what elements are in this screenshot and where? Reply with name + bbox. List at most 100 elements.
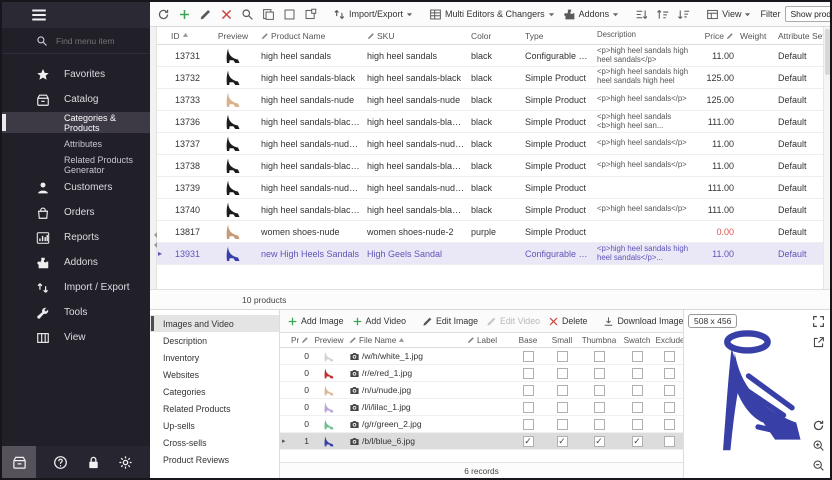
detail-tab[interactable]: Product Reviews [150, 451, 279, 468]
thumbnail-checkbox[interactable] [594, 351, 605, 362]
import-export-dropdown[interactable]: Import/Export [330, 6, 416, 23]
column-header[interactable]: Thumbna [579, 336, 619, 345]
base-checkbox[interactable] [523, 368, 534, 379]
expand-all-button[interactable] [653, 6, 672, 23]
detail-tab[interactable]: Cross-sells [150, 434, 279, 451]
column-header[interactable]: Preview [208, 31, 258, 41]
zoom-out-icon[interactable] [812, 459, 825, 472]
vertical-scrollbar[interactable] [823, 27, 830, 289]
thumbnail-checkbox[interactable] [594, 419, 605, 430]
detail-tab[interactable]: Up-sells [150, 417, 279, 434]
list-item[interactable]: 0 /g/r/green_2.jpg [280, 416, 683, 433]
hamburger-menu-icon[interactable] [30, 6, 48, 24]
edit-image-button[interactable]: Edit Image [419, 314, 481, 329]
filter-select[interactable]: Show products from selected categories [785, 6, 830, 22]
add-product-button[interactable] [175, 6, 194, 23]
search-products-button[interactable] [238, 6, 257, 23]
table-row[interactable]: 13740 high heel sandals-black-38 high he… [157, 199, 823, 221]
table-row[interactable]: 13739 high heel sandals-nude-37 high hee… [157, 177, 823, 199]
base-checkbox[interactable] [523, 385, 534, 396]
edit-video-button[interactable]: Edit Video [483, 314, 543, 329]
list-item[interactable]: 0 /r/e/red_1.jpg [280, 365, 683, 382]
delete-image-button[interactable]: Delete [545, 314, 590, 329]
collapse-all-button[interactable] [674, 6, 693, 23]
sort-button[interactable] [632, 6, 651, 23]
swatch-checkbox[interactable] [632, 419, 643, 430]
addons-dropdown[interactable]: Addons [560, 6, 623, 23]
column-header[interactable]: Attribute Set Name [775, 31, 823, 41]
column-header[interactable]: Exclude [655, 336, 683, 345]
sidebar-item[interactable]: Customers [2, 175, 150, 200]
list-item[interactable]: ▸ 1 /b/l/blue_6.jpg [280, 433, 683, 450]
small-checkbox[interactable] [557, 368, 568, 379]
column-header[interactable]: Small [545, 336, 579, 345]
settings-gear-icon[interactable] [118, 455, 133, 470]
column-header[interactable]: File Name [347, 336, 465, 345]
table-row[interactable]: 13731 high heel sandals high heel sandal… [157, 45, 823, 67]
small-checkbox[interactable] [557, 402, 568, 413]
panel-splitter[interactable] [150, 27, 157, 289]
column-header[interactable]: Weight [737, 31, 775, 41]
menu-search-input[interactable] [56, 36, 136, 46]
exclude-checkbox[interactable] [664, 351, 675, 362]
sidebar-item[interactable]: Related Products Generator [2, 154, 150, 175]
refresh-preview-icon[interactable] [812, 419, 825, 432]
clone-button[interactable] [301, 6, 320, 23]
base-checkbox[interactable] [523, 419, 534, 430]
zoom-in-icon[interactable] [812, 439, 825, 452]
sidebar-item[interactable]: Orders [2, 200, 150, 225]
exclude-checkbox[interactable] [664, 385, 675, 396]
swatch-checkbox[interactable] [632, 436, 643, 447]
sidebar-item[interactable]: Import / Export [2, 275, 150, 300]
thumbnail-checkbox[interactable] [594, 402, 605, 413]
sidebar-item[interactable]: Attributes [2, 133, 150, 154]
sidebar-item[interactable]: Favorites [2, 62, 150, 87]
base-checkbox[interactable] [523, 351, 534, 362]
multi-editors-dropdown[interactable]: Multi Editors & Changers [426, 6, 558, 23]
fullscreen-icon[interactable] [812, 315, 825, 328]
table-row[interactable]: ▸ 13931 new High Heels Sandals High Geel… [157, 243, 823, 265]
column-header[interactable]: Pr [289, 336, 311, 345]
column-header[interactable]: Label [465, 336, 511, 345]
column-header[interactable]: Swatch [619, 336, 655, 345]
detail-tab[interactable]: Related Products [150, 400, 279, 417]
sidebar-item[interactable]: View [2, 325, 150, 350]
detail-tab[interactable]: Categories [150, 383, 279, 400]
sidebar-item[interactable]: Reports [2, 225, 150, 250]
list-item[interactable]: 0 /l/i/lilac_1.jpg [280, 399, 683, 416]
thumbnail-checkbox[interactable] [594, 368, 605, 379]
detail-tab[interactable]: Images and Video [150, 315, 279, 332]
column-header[interactable]: Type [522, 31, 594, 41]
help-icon[interactable] [53, 455, 68, 470]
add-video-button[interactable]: Add Video [349, 314, 409, 329]
swatch-checkbox[interactable] [632, 351, 643, 362]
thumbnail-checkbox[interactable] [594, 385, 605, 396]
sidebar-item[interactable]: Tools [2, 300, 150, 325]
column-header[interactable]: Price [697, 31, 737, 41]
list-item[interactable]: 0 /n/u/nude.jpg [280, 382, 683, 399]
exclude-checkbox[interactable] [664, 419, 675, 430]
table-row[interactable]: 13732 high heel sandals-black high heel … [157, 67, 823, 89]
refresh-button[interactable] [154, 6, 173, 23]
sidebar-item[interactable]: Categories & Products [2, 112, 150, 133]
exclude-checkbox[interactable] [664, 402, 675, 413]
column-header[interactable]: Base [511, 336, 545, 345]
detail-tab[interactable]: Description [150, 332, 279, 349]
open-external-icon[interactable] [812, 336, 825, 349]
small-checkbox[interactable] [557, 419, 568, 430]
column-header[interactable]: Color [468, 31, 522, 41]
column-header[interactable]: ID [168, 31, 208, 41]
view-dropdown[interactable]: View [703, 6, 754, 23]
table-row[interactable]: 13817 women shoes-nude women shoes-nude-… [157, 221, 823, 243]
select-button[interactable] [280, 6, 299, 23]
small-checkbox[interactable] [557, 385, 568, 396]
table-row[interactable]: 13733 high heel sandals-nude high heel s… [157, 89, 823, 111]
edit-product-button[interactable] [196, 6, 215, 23]
sidebar-item[interactable]: Addons [2, 250, 150, 275]
column-header[interactable]: Preview [311, 336, 347, 345]
swatch-checkbox[interactable] [632, 402, 643, 413]
exclude-checkbox[interactable] [664, 368, 675, 379]
swatch-checkbox[interactable] [632, 368, 643, 379]
scrollbar-thumb[interactable] [825, 29, 830, 75]
base-checkbox[interactable] [523, 436, 534, 447]
